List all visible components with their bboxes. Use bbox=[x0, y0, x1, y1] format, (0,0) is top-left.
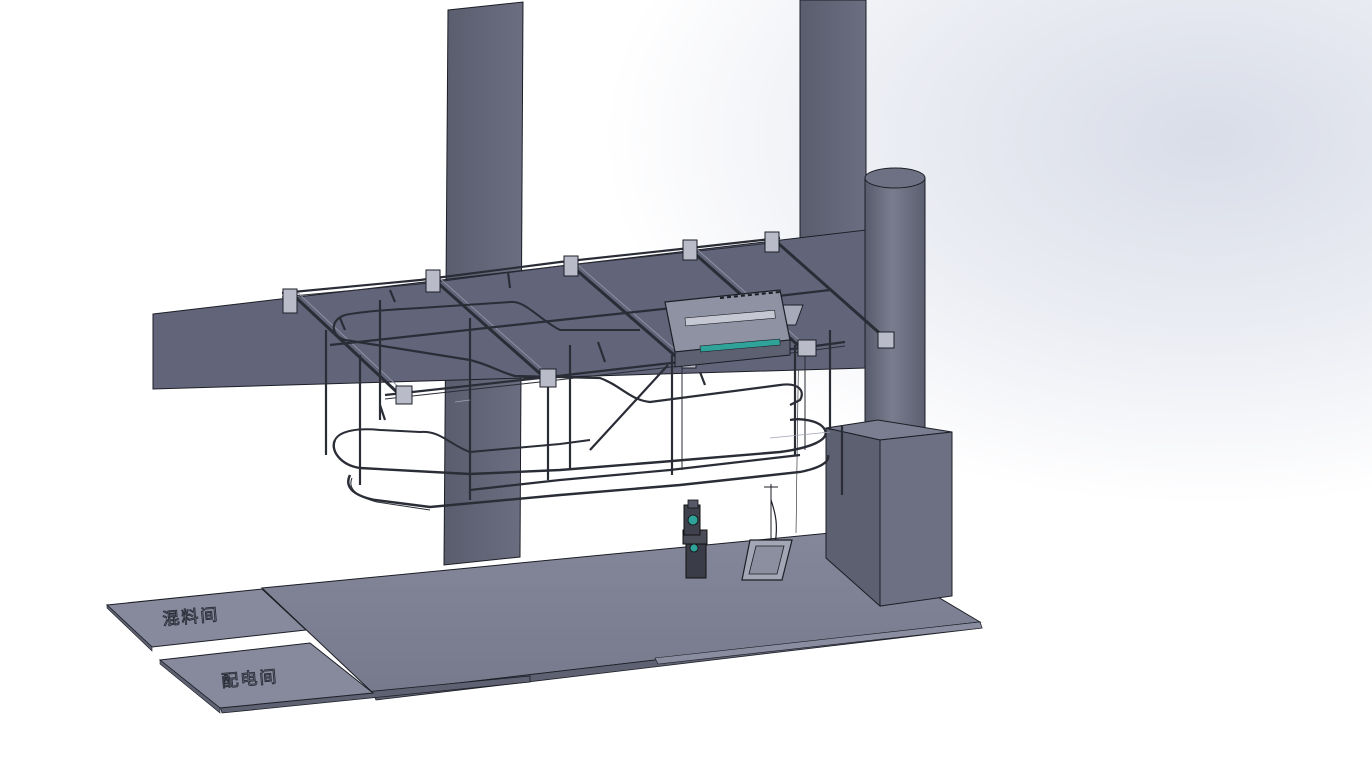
robot-arm bbox=[682, 499, 708, 579]
cad-model-scene[interactable]: 混料间 配电间 bbox=[0, 0, 1372, 766]
silo-cylinder bbox=[864, 167, 926, 431]
carriage-box bbox=[664, 289, 791, 368]
cad-viewport[interactable]: 混料间 配电间 bbox=[0, 0, 1372, 766]
hanging-tool bbox=[741, 484, 793, 581]
